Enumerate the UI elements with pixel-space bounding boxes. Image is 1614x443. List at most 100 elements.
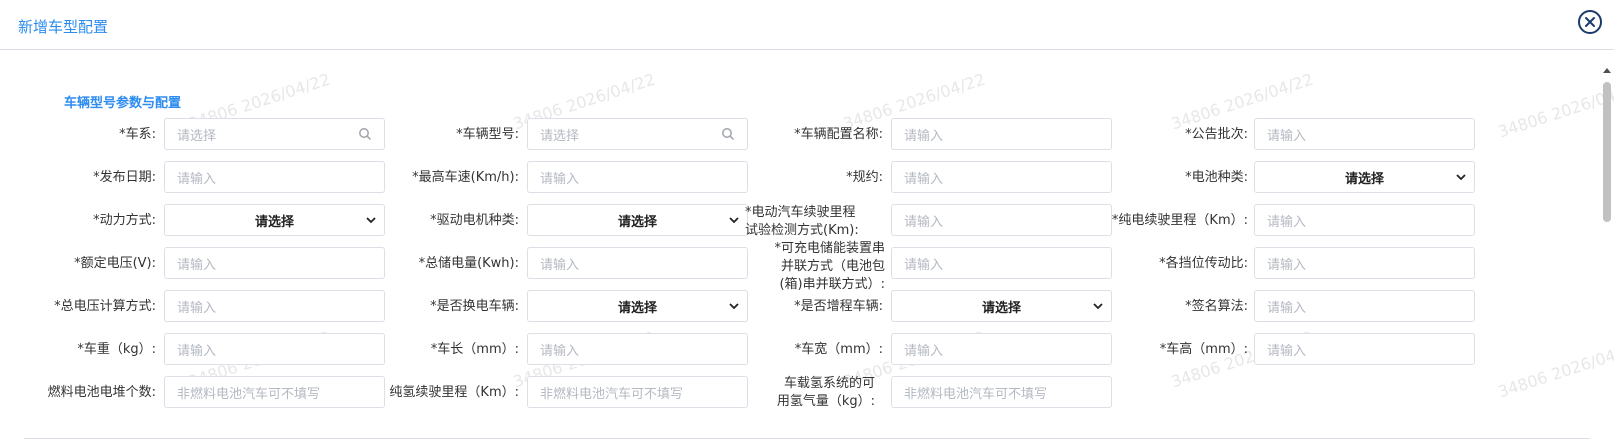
dialog-title: 新增车型配置 xyxy=(18,18,109,36)
chevron-down-icon xyxy=(729,217,739,224)
vehicle-series-label: *车系: xyxy=(119,127,156,142)
vehicle-weight-input[interactable]: 请输入 xyxy=(164,333,385,365)
vehicle-height-label: *车高（mm）: xyxy=(1159,342,1248,357)
regulation-input[interactable]: 请输入 xyxy=(891,161,1112,193)
form-row: *动力方式: 请选择 *驱动电机种类: 请选择 *电动汽车续驶里程 试验检测方式… xyxy=(0,204,1590,238)
vehicle-model-label: *车辆型号: xyxy=(456,127,519,142)
battery-type-selected: 请选择 xyxy=(1344,171,1384,187)
form-row: *额定电压(V): 请输入 *总储电量(Kwh): 请输入 *可充电储能装置串 … xyxy=(0,241,1590,292)
config-name-input[interactable]: 请输入 xyxy=(891,118,1112,150)
rechargeable-connection-label-line1: *可充电储能装置串 xyxy=(774,241,885,256)
release-date-placeholder: 请输入 xyxy=(177,171,217,187)
range-extender-label: *是否增程车辆: xyxy=(794,299,883,314)
announcement-batch-input[interactable]: 请输入 xyxy=(1254,118,1475,150)
hydrogen-capacity-label-line1: 车载氢系统的可 xyxy=(783,376,875,391)
hydrogen-capacity-label: 车载氢系统的可 用氢气量（kg）: xyxy=(745,375,875,415)
vehicle-width-input[interactable]: 请输入 xyxy=(891,333,1112,365)
config-name-placeholder: 请输入 xyxy=(904,128,944,144)
range-extender-selected: 请选择 xyxy=(981,300,1021,316)
vehicle-model-placeholder: 请选择 xyxy=(540,128,580,144)
form-row: 燃料电池电堆个数: 非燃料电池汽车可不填写 纯氢续驶里程（Km）: 非燃料电池汽… xyxy=(0,376,1590,410)
regulation-label: *规约: xyxy=(846,170,883,185)
announcement-batch-placeholder: 请输入 xyxy=(1267,128,1307,144)
power-mode-selected: 请选择 xyxy=(254,214,294,230)
signature-algorithm-input[interactable]: 请输入 xyxy=(1254,290,1475,322)
search-icon[interactable] xyxy=(358,127,372,141)
scrollbar-thumb[interactable] xyxy=(1603,82,1611,222)
total-energy-placeholder: 请输入 xyxy=(540,257,580,273)
close-icon xyxy=(1585,17,1595,27)
max-speed-label: *最高车速(Km/h): xyxy=(412,170,519,185)
bottom-divider xyxy=(24,438,1590,439)
pure-electric-range-input[interactable]: 请输入 xyxy=(1254,204,1475,236)
signature-algorithm-placeholder: 请输入 xyxy=(1267,300,1307,316)
battery-type-label: *电池种类: xyxy=(1185,170,1248,185)
rechargeable-connection-label: *可充电储能装置串 并联方式（电池包 (箱)串并联方式）: xyxy=(745,240,885,294)
rated-voltage-placeholder: 请输入 xyxy=(177,257,217,273)
hydrogen-range-placeholder: 非燃料电池汽车可不填写 xyxy=(540,386,684,402)
rated-voltage-label: *额定电压(V): xyxy=(74,256,156,271)
release-date-label: *发布日期: xyxy=(93,170,156,185)
vehicle-weight-placeholder: 请输入 xyxy=(177,343,217,359)
vehicle-series-picker[interactable]: 请选择 xyxy=(164,118,385,150)
battery-type-select[interactable]: 请选择 xyxy=(1254,161,1475,193)
battery-swap-select[interactable]: 请选择 xyxy=(527,290,748,322)
vehicle-length-placeholder: 请输入 xyxy=(540,343,580,359)
total-voltage-calc-input[interactable]: 请输入 xyxy=(164,290,385,322)
gear-ratio-input[interactable]: 请输入 xyxy=(1254,247,1475,279)
fuel-cell-stack-count-input[interactable]: 非燃料电池汽车可不填写 xyxy=(164,376,385,408)
power-mode-select[interactable]: 请选择 xyxy=(164,204,385,236)
hydrogen-range-input[interactable]: 非燃料电池汽车可不填写 xyxy=(527,376,748,408)
signature-algorithm-label: *签名算法: xyxy=(1185,299,1248,314)
hydrogen-capacity-input[interactable]: 非燃料电池汽车可不填写 xyxy=(891,376,1112,408)
vehicle-length-label: *车长（mm）: xyxy=(430,342,519,357)
pure-electric-range-placeholder: 请输入 xyxy=(1267,214,1307,230)
config-name-label: *车辆配置名称: xyxy=(794,127,883,142)
announcement-batch-label: *公告批次: xyxy=(1185,127,1248,142)
hydrogen-capacity-label-line2: 用氢气量（kg）: xyxy=(776,394,875,409)
total-voltage-calc-label: *总电压计算方式: xyxy=(54,299,156,314)
vehicle-weight-label: *车重（kg）: xyxy=(77,342,156,357)
gear-ratio-placeholder: 请输入 xyxy=(1267,257,1307,273)
max-speed-placeholder: 请输入 xyxy=(540,171,580,187)
form-row: *车系: 请选择 *车辆型号: 请选择 *车辆配置名称: 请输入 *公告批次: … xyxy=(0,118,1590,152)
pure-electric-range-label: *纯电续驶里程（Km）: xyxy=(1111,213,1248,228)
hydrogen-capacity-placeholder: 非燃料电池汽车可不填写 xyxy=(904,386,1048,402)
total-energy-input[interactable]: 请输入 xyxy=(527,247,748,279)
form-row: *总电压计算方式: 请输入 *是否换电车辆: 请选择 *是否增程车辆: 请选择 … xyxy=(0,290,1590,324)
range-test-method-placeholder: 请输入 xyxy=(904,214,944,230)
vehicle-width-label: *车宽（mm）: xyxy=(794,342,883,357)
search-icon[interactable] xyxy=(721,127,735,141)
fuel-cell-stack-count-placeholder: 非燃料电池汽车可不填写 xyxy=(177,386,321,402)
section-title: 车辆型号参数与配置 xyxy=(64,96,182,111)
close-button[interactable] xyxy=(1578,10,1602,34)
chevron-down-icon xyxy=(1456,174,1466,181)
hydrogen-range-label: 纯氢续驶里程（Km）: xyxy=(389,385,519,400)
vehicle-width-placeholder: 请输入 xyxy=(904,343,944,359)
release-date-input[interactable]: 请输入 xyxy=(164,161,385,193)
chevron-down-icon xyxy=(729,303,739,310)
battery-swap-selected: 请选择 xyxy=(617,300,657,316)
drive-motor-type-select[interactable]: 请选择 xyxy=(527,204,748,236)
dialog-header: 新增车型配置 xyxy=(0,0,1614,50)
battery-swap-label: *是否换电车辆: xyxy=(430,299,519,314)
rated-voltage-input[interactable]: 请输入 xyxy=(164,247,385,279)
scroll-up-arrow-icon[interactable] xyxy=(1602,66,1612,74)
range-test-method-input[interactable]: 请输入 xyxy=(891,204,1112,236)
vehicle-height-input[interactable]: 请输入 xyxy=(1254,333,1475,365)
max-speed-input[interactable]: 请输入 xyxy=(527,161,748,193)
rechargeable-connection-label-line2: 并联方式（电池包 xyxy=(780,259,885,274)
chevron-down-icon xyxy=(366,217,376,224)
vehicle-model-picker[interactable]: 请选择 xyxy=(527,118,748,150)
fuel-cell-stack-count-label: 燃料电池电堆个数: xyxy=(47,385,156,400)
rechargeable-connection-placeholder: 请输入 xyxy=(904,257,944,273)
range-test-method-label-line1: *电动汽车续驶里程 xyxy=(745,205,856,220)
form-row: *发布日期: 请输入 *最高车速(Km/h): 请输入 *规约: 请输入 *电池… xyxy=(0,161,1590,195)
vehicle-length-input[interactable]: 请输入 xyxy=(527,333,748,365)
form-row: *车重（kg）: 请输入 *车长（mm）: 请输入 *车宽（mm）: 请输入 *… xyxy=(0,333,1590,367)
range-extender-select[interactable]: 请选择 xyxy=(891,290,1112,322)
drive-motor-type-selected: 请选择 xyxy=(617,214,657,230)
total-voltage-calc-placeholder: 请输入 xyxy=(177,300,217,316)
vertical-scrollbar[interactable] xyxy=(1600,62,1614,443)
rechargeable-connection-input[interactable]: 请输入 xyxy=(891,247,1112,279)
